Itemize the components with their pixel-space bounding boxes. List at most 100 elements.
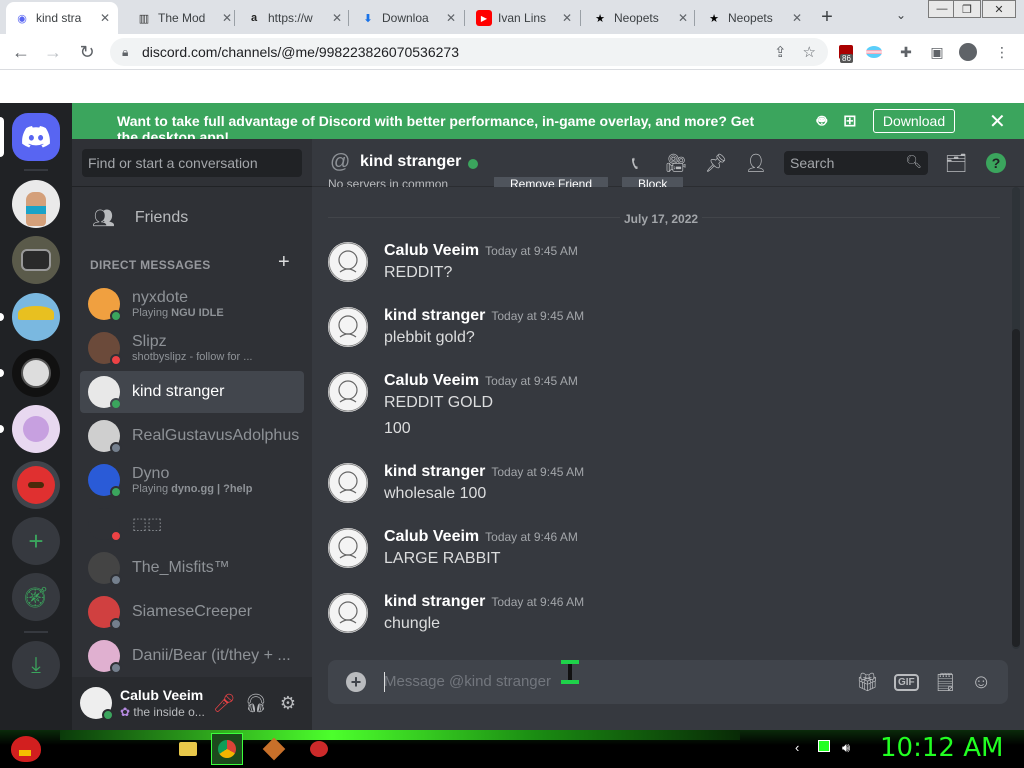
browser-tab[interactable]: ★ Neopets ✕ [584,4,696,32]
tray-chevron-icon[interactable]: ‹ [795,740,799,755]
dm-item[interactable]: Danii/Bear (it/they + ... [80,635,304,677]
friends-nav-item[interactable]: 👥︎ Friends [80,197,304,239]
banner-download-button[interactable]: Download [873,109,955,133]
profile-avatar-icon[interactable] [958,42,978,62]
create-dm-icon[interactable]: + [278,251,290,274]
message-input[interactable]: Message @kind stranger [384,673,551,690]
inbox-icon[interactable]: 🗂︎ [945,152,968,174]
message-author[interactable]: Calub Veeim Today at 9:45 AM [384,242,578,260]
dm-item[interactable]: Dyno Playing dyno.gg | ?help [80,459,304,501]
tab-close-icon[interactable]: ✕ [562,11,572,25]
dm-item[interactable]: kind stranger [80,371,304,413]
browser-tab[interactable]: ★ Neopets ✕ [698,4,810,32]
server-icon-6[interactable] [12,461,60,509]
bookmark-star-icon[interactable]: ☆ [803,43,816,61]
tab-close-icon[interactable]: ✕ [792,11,802,25]
tab-close-icon[interactable]: ✕ [446,11,456,25]
dm-item[interactable]: Slipz shotbyslipz - follow for ... [80,327,304,369]
user-settings-gear-icon[interactable]: ⚙ [277,692,299,714]
mute-mic-icon[interactable]: 🎤︎ [213,692,236,714]
restore-button[interactable]: ❐ [953,0,981,18]
user-status-icon [102,709,114,721]
headphones-icon[interactable]: 🎧︎ [245,692,268,714]
message-author[interactable]: kind stranger Today at 9:46 AM [384,593,584,611]
video-call-icon[interactable]: 🎥︎ [665,152,688,174]
gift-icon[interactable]: 🎁︎ [856,670,879,694]
message-author[interactable]: kind stranger Today at 9:45 AM [384,463,584,481]
extension-pride-icon[interactable] [864,42,884,62]
troll-server-icon[interactable] [12,349,60,397]
message-author[interactable]: Calub Veeim Today at 9:45 AM [384,372,578,390]
tab-search-icon[interactable]: ⌄ [896,8,906,22]
tab-close-icon[interactable]: ✕ [222,11,232,25]
taskbar-clock[interactable]: 10:12 AM [880,733,1003,763]
message-composer[interactable]: + Message @kind stranger 🎁︎ GIF 🗒︎ ☺ [328,660,1008,704]
browser-tab[interactable]: a https://w ✕ [238,4,350,32]
browser-tab[interactable]: ▥ The Mod ✕ [128,4,240,32]
sidepanel-icon[interactable]: ▣ [927,42,947,62]
chrome-taskbar-icon[interactable] [211,733,243,765]
chat-scrollbar-thumb[interactable] [1012,329,1020,647]
user-avatar[interactable] [80,687,114,721]
share-icon[interactable]: ⇪ [774,43,787,61]
message-avatar[interactable] [328,372,368,412]
new-tab-button[interactable]: + [816,6,838,28]
server-icon-3[interactable] [12,293,60,341]
start-button-angry-bird-icon[interactable] [6,730,46,768]
download-apps-icon[interactable]: ⤓ [12,641,60,689]
message-avatar[interactable] [328,593,368,633]
browser-tab[interactable]: ▶ Ivan Lins ✕ [468,4,580,32]
tab-close-icon[interactable]: ✕ [100,11,110,25]
taskbar-app-icon-2[interactable] [303,733,335,765]
message-author[interactable]: Calub Veeim Today at 9:46 AM [384,528,578,546]
gif-button[interactable]: GIF [894,670,919,694]
server-icon-2[interactable] [12,236,60,284]
dm-item[interactable]: nyxdote Playing NGU IDLE [80,283,304,325]
tab-close-icon[interactable]: ✕ [332,11,342,25]
tab-close-icon[interactable]: ✕ [678,11,688,25]
add-friends-to-dm-icon[interactable]: 👤︎ [745,152,768,174]
reload-icon[interactable]: ↻ [76,41,98,63]
add-server-icon[interactable]: + [12,517,60,565]
extension-ublock-icon[interactable]: 86 [836,42,856,63]
presence-offline-icon [110,442,122,454]
pinned-messages-icon[interactable]: 📌︎ [705,152,728,174]
browser-tab[interactable]: ⬇ Downloa ✕ [352,4,464,32]
emoji-icon[interactable]: ☺ [971,670,991,694]
server-icon-5[interactable] [12,405,60,453]
explore-servers-icon[interactable]: 🧭︎ [12,573,60,621]
message-avatar[interactable] [328,307,368,347]
forward-icon[interactable]: → [42,41,64,63]
minimize-button[interactable]: — [928,0,956,18]
dm-item[interactable]: RealGustavusAdolphus [80,415,304,457]
message-avatar[interactable] [328,242,368,282]
dm-item[interactable]: SiameseCreeper [80,591,304,633]
message-author[interactable]: kind stranger Today at 9:45 AM [384,307,584,325]
tray-network-icon[interactable] [818,740,830,755]
back-icon[interactable]: ← [10,41,32,63]
browser-tab[interactable]: ◉ kind stra ✕ [6,2,118,34]
chat-search-input[interactable]: Search 🔍︎ [784,151,928,175]
banner-close-icon[interactable]: ✕ [989,109,1006,134]
sticker-icon[interactable]: 🗒︎ [934,670,957,694]
attach-plus-icon[interactable]: + [346,672,366,692]
message-avatar[interactable] [328,463,368,503]
extensions-puzzle-icon[interactable]: ✚ [896,42,916,62]
tab-title: Downloa [382,11,429,25]
browser-menu-icon[interactable]: ⋮ [992,42,1012,62]
dm-item[interactable]: The_Misfits™ [80,547,304,589]
server-icon-1[interactable] [12,180,60,228]
find-conversation-input[interactable]: Find or start a conversation [82,149,302,177]
close-window-button[interactable]: ✕ [982,0,1016,18]
tray-volume-icon[interactable]: 🔊︎ [842,740,850,756]
address-bar[interactable]: 🔒︎ discord.com/channels/@me/998223826070… [110,38,828,66]
block-button[interactable]: Block [622,177,684,187]
taskbar-app-icon[interactable] [258,733,290,765]
file-explorer-icon[interactable] [172,733,204,765]
discord-home-icon[interactable] [12,113,60,161]
remove-friend-button[interactable]: Remove Friend [494,177,609,187]
dm-item[interactable]: ⬚⬚ [80,503,304,545]
voice-call-icon[interactable]: 📞︎ [624,152,646,174]
help-icon[interactable]: ? [986,153,1006,173]
message-avatar[interactable] [328,528,368,568]
